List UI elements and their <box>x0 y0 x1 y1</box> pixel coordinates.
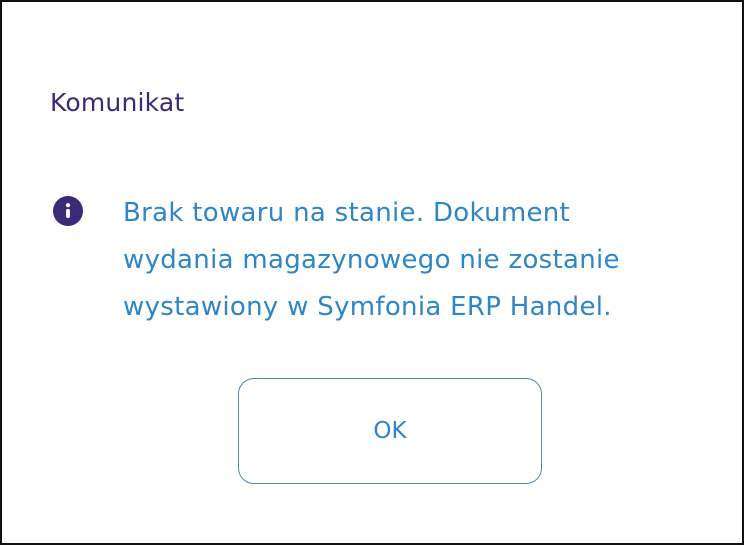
message-line-3: wystawiony w Symfonia ERP Handel. <box>123 292 612 322</box>
dialog-title: Komunikat <box>50 88 185 117</box>
message-line-2: wydania magazynowego nie zostanie <box>123 245 620 275</box>
info-icon <box>53 196 83 226</box>
message-line-1: Brak towaru na stanie. Dokument <box>123 198 571 228</box>
message-dialog: Komunikat Brak towaru na stanie. Dokumen… <box>0 0 744 545</box>
ok-button[interactable]: OK <box>238 378 542 484</box>
dialog-message: Brak towaru na stanie. Dokument wydania … <box>123 190 723 331</box>
